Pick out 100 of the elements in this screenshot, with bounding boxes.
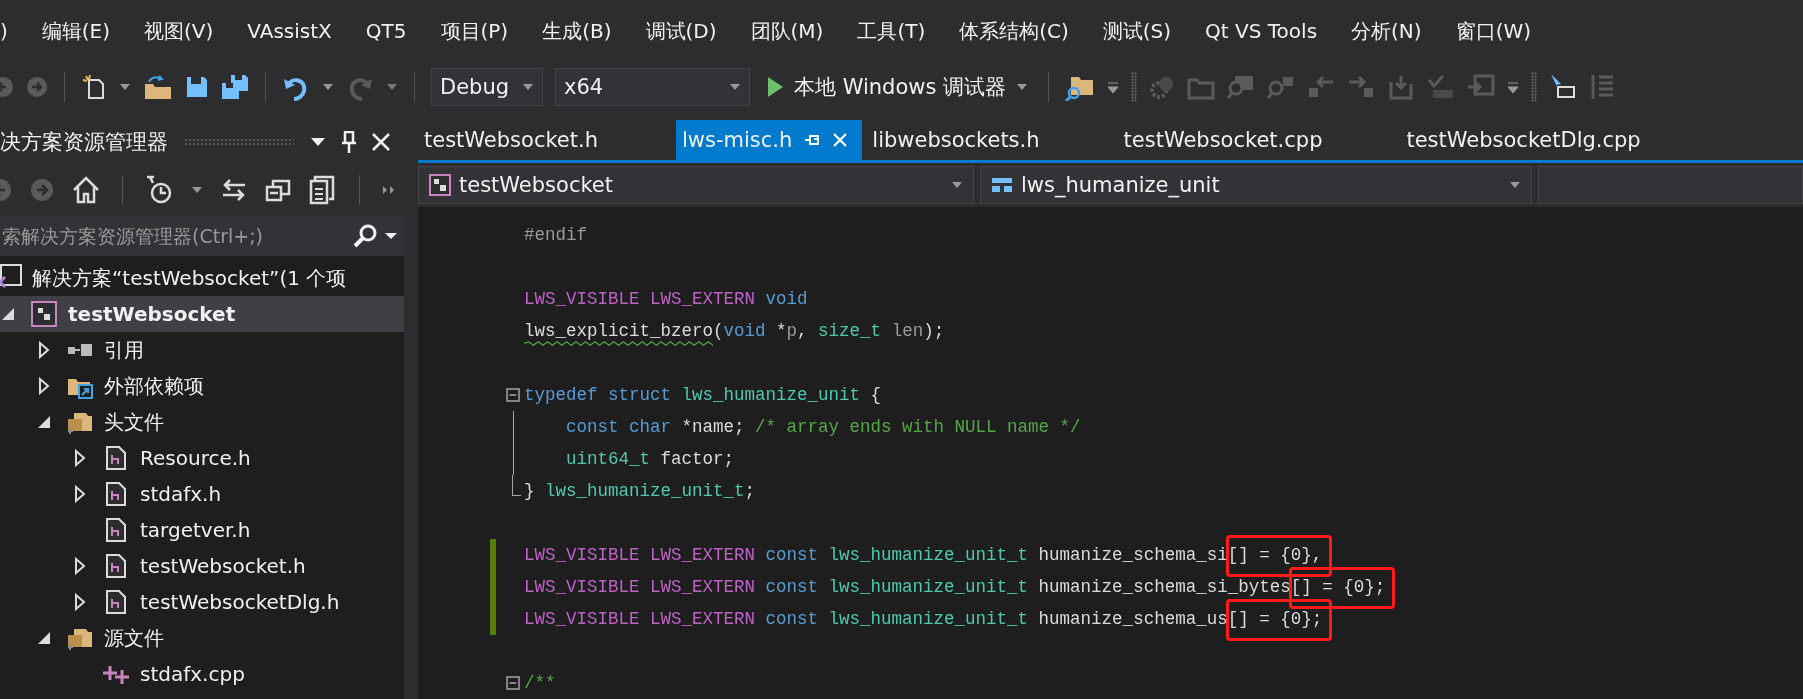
code-line: uint64_t factor;: [565, 448, 735, 471]
collapse-all-icon[interactable]: [265, 177, 291, 203]
tree-item[interactable]: 头文件: [0, 404, 404, 440]
caret-icon[interactable]: [384, 232, 398, 240]
tree-item[interactable]: targetver.h: [0, 512, 404, 548]
project-dropdown[interactable]: testWebsocket: [418, 166, 974, 204]
sync-icon[interactable]: [221, 177, 247, 203]
file-icon: [106, 518, 126, 542]
clock-icon[interactable]: [145, 175, 173, 205]
tree-item[interactable]: testWebsocket.h: [0, 548, 404, 584]
file-icon: [106, 554, 126, 578]
open-folder-icon[interactable]: [143, 74, 173, 100]
spellcheck-icon[interactable]: [1427, 74, 1456, 100]
tree-item[interactable]: 解决方案“testWebsocket”(1 个项: [0, 260, 404, 296]
code-line: typedef struct lws_humanize_unit {: [524, 384, 882, 407]
code-line: lws_explicit_bzero(void *p, size_t len);: [524, 315, 945, 347]
expanded-arrow-icon[interactable]: [37, 415, 51, 429]
struct-icon: [991, 177, 1013, 193]
member-dropdown[interactable]: lws_humanize_unit: [980, 166, 1532, 204]
search-field[interactable]: 索解决方案资源管理器(Ctrl+;): [0, 216, 404, 256]
play-icon: [766, 76, 784, 98]
expanded-arrow-icon[interactable]: [1, 307, 15, 321]
caret-icon[interactable]: [191, 186, 203, 194]
configuration-dropdown[interactable]: Debug: [431, 68, 543, 106]
caret-icon: [1016, 83, 1029, 91]
tree-item[interactable]: testWebsocketDlg.h: [0, 584, 404, 620]
collapsed-arrow-icon[interactable]: [38, 377, 50, 395]
file-icon: [106, 482, 126, 506]
new-file-icon[interactable]: [81, 74, 107, 100]
search-input[interactable]: 索解决方案资源管理器(Ctrl+;): [0, 225, 346, 247]
menu-item[interactable]: VAssistX: [247, 19, 332, 43]
editor-tab[interactable]: testWebsocketDlg.cpp: [1400, 120, 1655, 160]
menu-item[interactable]: 视图(V): [144, 17, 214, 45]
start-debugging-button[interactable]: 本地 Windows 调试器: [762, 73, 1033, 101]
expanded-arrow-icon[interactable]: [37, 631, 51, 645]
tree-item-label: testWebsocket.h: [140, 554, 306, 578]
menu-item[interactable]: QT5: [365, 19, 407, 43]
platform-dropdown[interactable]: x64: [555, 68, 750, 106]
code-line: /**: [524, 672, 556, 695]
caret-icon[interactable]: [119, 83, 131, 91]
tab-label: lws-misc.h: [682, 128, 793, 152]
cursor-icon[interactable]: [1549, 73, 1578, 101]
code-line: } lws_humanize_unit_t;: [524, 480, 756, 503]
project-icon: [429, 174, 451, 196]
close-icon[interactable]: [372, 133, 390, 151]
menu-item[interactable]: 项目(P): [440, 17, 509, 45]
tree-item[interactable]: 源文件: [0, 620, 404, 656]
tree-item[interactable]: Resource.h: [0, 440, 404, 476]
menu-item[interactable]: 生成(B): [542, 17, 612, 45]
file-icon: [106, 446, 126, 470]
editor-tab[interactable]: testWebsocket.h: [418, 120, 612, 160]
tree-item-label: 解决方案“testWebsocket”(1 个项: [32, 264, 347, 292]
collapsed-arrow-icon[interactable]: [74, 485, 86, 503]
menu-item[interactable]: 分析(N): [1351, 17, 1422, 45]
caret-icon[interactable]: [322, 83, 334, 91]
menu-item[interactable]: 测试(S): [1102, 17, 1172, 45]
save-all-icon[interactable]: [221, 74, 249, 100]
collapsed-arrow-icon[interactable]: [74, 557, 86, 575]
home-icon[interactable]: [72, 176, 100, 204]
editor-tab[interactable]: libwebsockets.h: [866, 120, 1054, 160]
menu-item[interactable]: 调试(D): [645, 17, 717, 45]
pin-icon[interactable]: [342, 131, 356, 153]
collapsed-arrow-icon[interactable]: [74, 449, 86, 467]
collapse-icon[interactable]: [506, 676, 520, 690]
code-line: LWS_VISIBLE LWS_EXTERN void: [524, 288, 808, 311]
tree-item[interactable]: stdafx.h: [0, 476, 404, 512]
collapse-icon[interactable]: [506, 388, 520, 402]
collapsed-arrow-icon[interactable]: [38, 341, 50, 359]
menu-item[interactable]: Qt VS Tools: [1205, 19, 1318, 43]
copy-icon[interactable]: [309, 175, 337, 205]
menu-item[interactable]: 团队(M): [750, 17, 824, 45]
caret-icon[interactable]: [310, 137, 326, 147]
tree-item-label: 头文件: [104, 408, 164, 436]
tree-item[interactable]: 引用: [0, 332, 404, 368]
tree-item-label: stdafx.h: [140, 482, 222, 506]
caret-icon: [522, 83, 534, 91]
caret-icon[interactable]: [1107, 80, 1120, 94]
caret-icon: [729, 83, 741, 91]
menu-item[interactable]: 窗口(W): [1455, 17, 1532, 45]
file-icon: [106, 590, 126, 614]
menu-item[interactable]: 编辑(E): [41, 17, 111, 45]
menu-item[interactable]: 工具(T): [857, 17, 926, 45]
search-icon[interactable]: [352, 223, 378, 249]
tree-item[interactable]: 外部依赖项: [0, 368, 404, 404]
collapsed-arrow-icon[interactable]: [74, 593, 86, 611]
editor-tab[interactable]: testWebsocket.cpp: [1117, 120, 1337, 160]
caret-icon[interactable]: [1507, 80, 1520, 94]
tree-item-label: Resource.h: [140, 446, 251, 470]
caret-icon: [1509, 181, 1521, 189]
menu-item[interactable]: ): [0, 19, 8, 43]
tree-item[interactable]: testWebsocket: [0, 296, 404, 332]
menu-item[interactable]: 体系结构(C): [959, 17, 1069, 45]
tree-item-label: 外部依赖项: [104, 372, 204, 400]
code-line: const char *name; /* array ends with NULL name */: [565, 416, 1081, 439]
overflow-icon[interactable]: [382, 186, 396, 194]
tree-item-label: 源文件: [104, 624, 164, 652]
tree-item[interactable]: stdafx.cpp: [0, 656, 404, 692]
panel-title: 决方案资源管理器: [0, 129, 168, 156]
save-icon[interactable]: [185, 75, 209, 99]
tab-label: libwebsockets.h: [872, 128, 1040, 152]
